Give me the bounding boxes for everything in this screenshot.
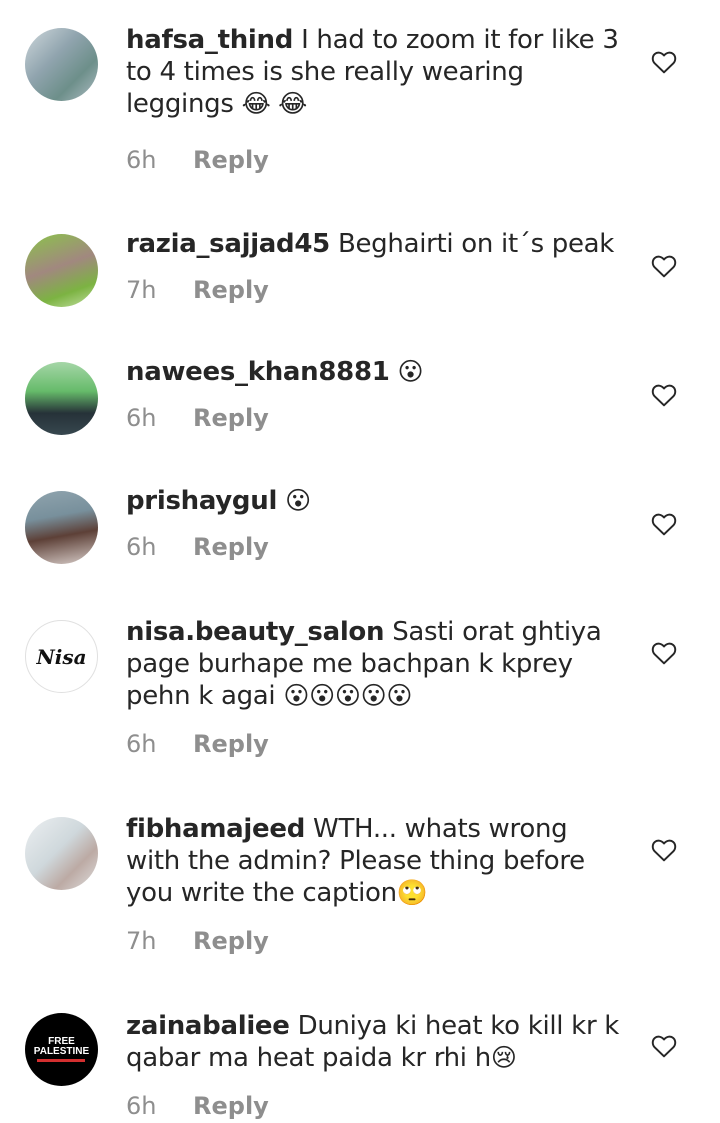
avatar[interactable]: Nisa [25, 620, 98, 693]
reply-button[interactable]: Reply [193, 146, 269, 174]
logo-text: PALESTINE [33, 1046, 90, 1057]
avatar[interactable] [25, 817, 98, 890]
comment-text-block: nisa.beauty_salon Sasti orat ghtiya page … [126, 616, 626, 712]
comment-emoji: 😮😮😮😮😮 [283, 681, 413, 710]
comment-emoji: 🙄 [396, 878, 428, 907]
comment-username[interactable]: fibhamajeed [126, 814, 305, 844]
comment-emoji: 😮 [285, 486, 311, 515]
comment-meta: 7h Reply [126, 276, 269, 304]
avatar[interactable]: FREE PALESTINE [25, 1013, 98, 1086]
heart-icon[interactable] [651, 50, 677, 74]
comment-username[interactable]: hafsa_thind [126, 25, 293, 55]
comment-username[interactable]: nisa.beauty_salon [126, 617, 385, 647]
logo-text: Nisa [36, 644, 87, 669]
comment-meta: 6h Reply [126, 146, 269, 174]
comment-emoji: 😢 [490, 1043, 517, 1072]
comment-username[interactable]: nawees_khan8881 [126, 357, 390, 387]
reply-button[interactable]: Reply [193, 730, 269, 758]
avatar[interactable] [25, 28, 98, 101]
avatar-logo: Nisa [36, 647, 86, 667]
reply-button[interactable]: Reply [193, 276, 269, 304]
comment-username[interactable]: prishaygul [126, 486, 277, 516]
heart-icon[interactable] [651, 1034, 677, 1058]
reply-button[interactable]: Reply [193, 1092, 269, 1120]
comment-meta: 6h Reply [126, 1092, 269, 1120]
comment-meta: 6h Reply [126, 533, 269, 561]
comment-meta: 6h Reply [126, 404, 269, 432]
comment-text-block: hafsa_thind I had to zoom it for like 3 t… [126, 24, 626, 120]
comment-time: 6h [126, 730, 157, 758]
avatar[interactable] [25, 491, 98, 564]
comment-text-block: razia_sajjad45 Beghairti on it´s peak [126, 228, 626, 260]
logo-stripe [37, 1059, 86, 1062]
heart-icon[interactable] [651, 383, 677, 407]
comment-time: 6h [126, 146, 157, 174]
comment-time: 6h [126, 404, 157, 432]
comment-body: Beghairti on it´s peak [337, 229, 615, 259]
avatar-logo: FREE PALESTINE [34, 1037, 89, 1062]
comment-text-block: fibhamajeed WTH... whats wrong with the a… [126, 813, 626, 909]
avatar[interactable] [25, 234, 98, 307]
reply-button[interactable]: Reply [193, 404, 269, 432]
comment-username[interactable]: zainabaliee [126, 1011, 290, 1041]
comment-time: 7h [126, 927, 157, 955]
avatar[interactable] [25, 362, 98, 435]
heart-icon[interactable] [651, 512, 677, 536]
comment-text-block: nawees_khan8881 😮 [126, 356, 626, 388]
comment-username[interactable]: razia_sajjad45 [126, 229, 330, 259]
reply-button[interactable]: Reply [193, 927, 269, 955]
heart-icon[interactable] [651, 641, 677, 665]
comment-emoji: 😮 [397, 357, 424, 386]
comment-emoji: 😂 😂 [241, 89, 308, 118]
comment-meta: 7h Reply [126, 927, 269, 955]
comment-meta: 6h Reply [126, 730, 269, 758]
comment-time: 7h [126, 276, 157, 304]
comments-screen: { "comments": [ {"username": "hafsa_thin… [0, 0, 720, 1123]
comment-text-block: prishaygul 😮 [126, 485, 626, 517]
heart-icon[interactable] [651, 838, 677, 862]
reply-button[interactable]: Reply [193, 533, 269, 561]
heart-icon[interactable] [651, 254, 677, 278]
comment-text-block: zainabaliee Duniya ki heat ko kill kr k q… [126, 1010, 626, 1074]
comment-time: 6h [126, 533, 157, 561]
comment-time: 6h [126, 1092, 157, 1120]
